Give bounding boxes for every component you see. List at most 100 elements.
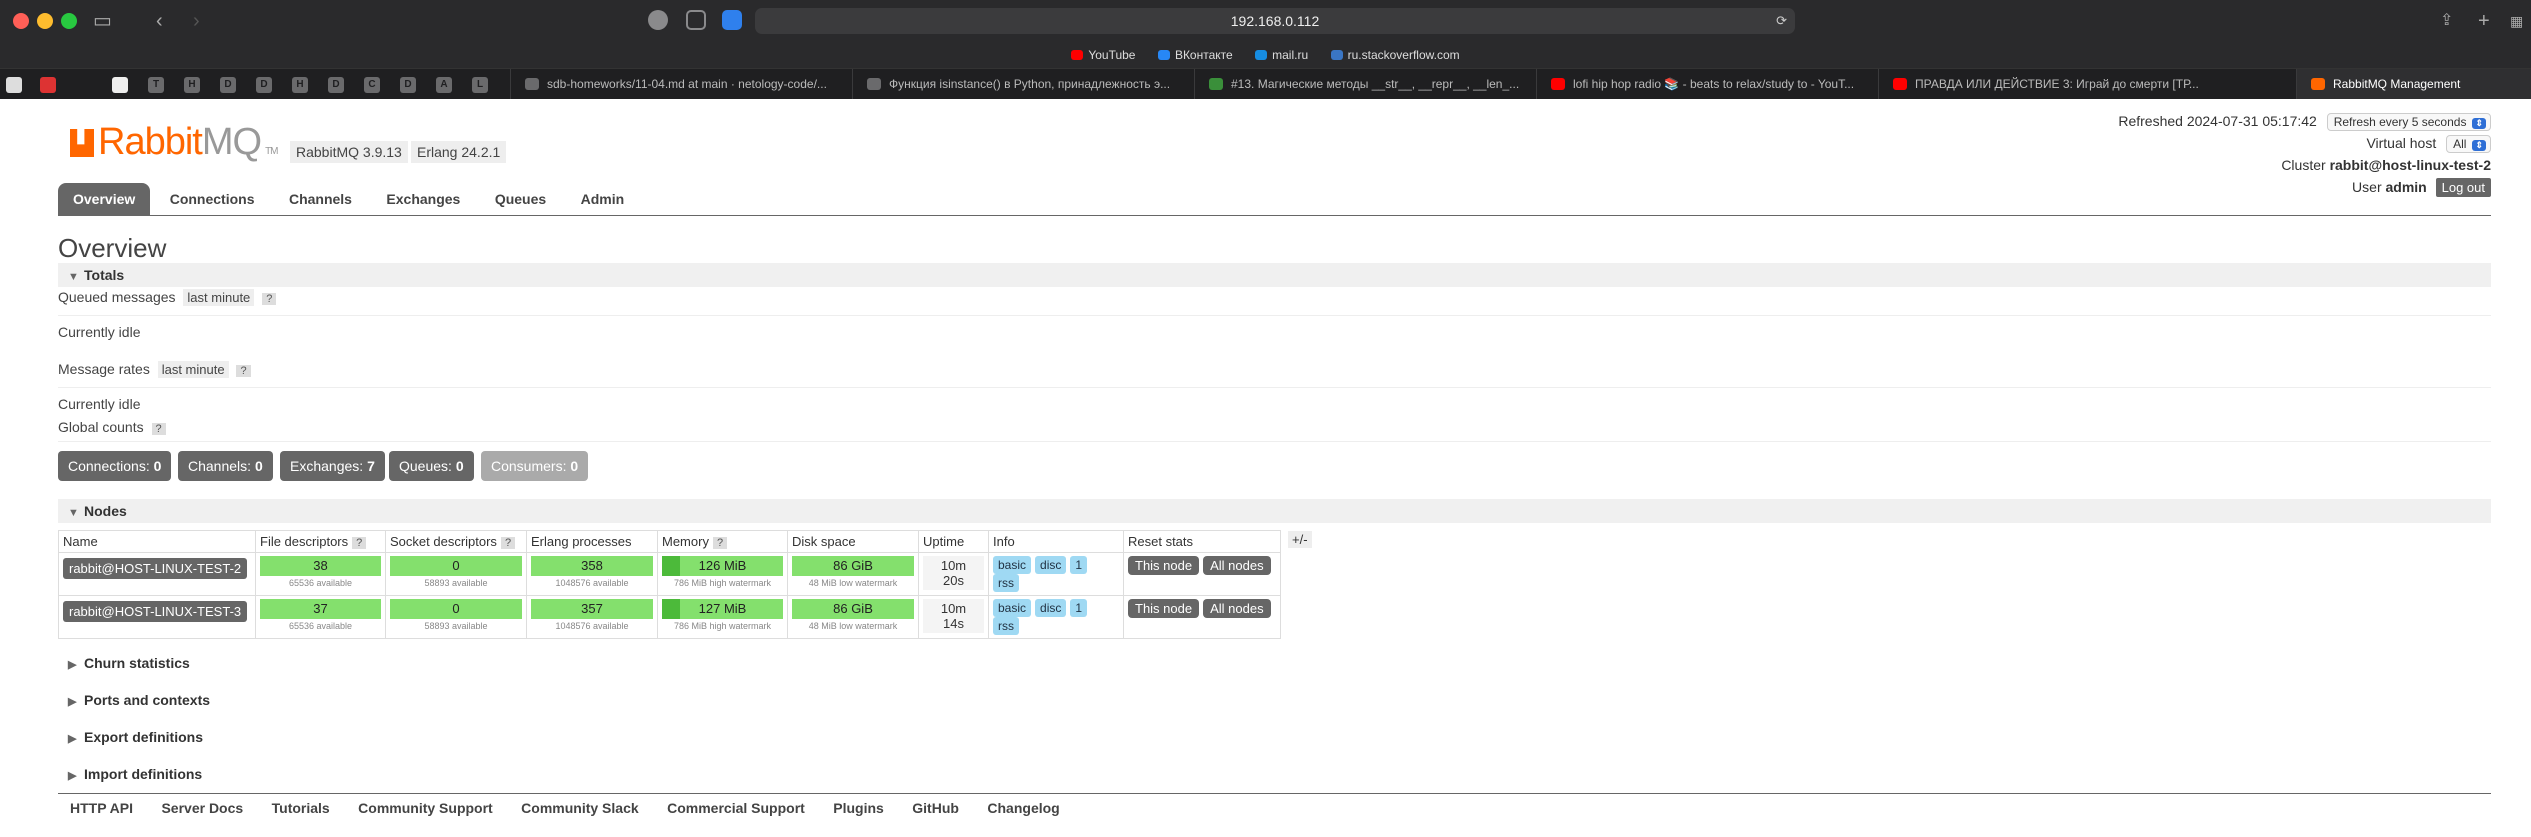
footer-link-github[interactable]: GitHub [900, 800, 971, 816]
address-bar[interactable]: 192.168.0.112 ⟳ [755, 8, 1795, 34]
tab-admin[interactable]: Admin [566, 183, 640, 215]
pinned-tab[interactable]: L [472, 77, 488, 93]
forward-arrow-icon[interactable]: › [193, 9, 200, 33]
pinned-tab[interactable]: D [220, 77, 236, 93]
select-arrows-icon: ⇕ [2472, 140, 2486, 151]
footer-link-community-slack[interactable]: Community Slack [509, 800, 650, 816]
caret-right-icon: ▶ [68, 659, 77, 671]
period-chip[interactable]: last minute [157, 361, 229, 378]
reset-this-node-button[interactable]: This node [1128, 599, 1200, 618]
pinned-tab[interactable]: T [148, 77, 164, 93]
queued-idle-text: Currently idle [58, 324, 141, 340]
footer-link-tutorials[interactable]: Tutorials [260, 800, 342, 816]
share-icon[interactable]: ⇪ [2440, 9, 2453, 33]
pinned-tab[interactable] [40, 77, 56, 93]
pinned-tab-github[interactable] [6, 77, 22, 93]
info-count: 1 [1070, 556, 1088, 574]
pinned-tab[interactable]: D [328, 77, 344, 93]
help-icon[interactable]: ? [352, 537, 367, 549]
back-arrow-icon[interactable]: ‹ [156, 9, 163, 33]
tab-exchanges[interactable]: Exchanges [371, 183, 475, 215]
refresh-interval-select[interactable]: Refresh every 5 seconds ⇕ [2326, 113, 2491, 131]
virtual-host-select[interactable]: All ⇕ [2446, 135, 2491, 153]
footer-link-community-support[interactable]: Community Support [346, 800, 505, 816]
tab-github-homework[interactable]: sdb-homeworks/11-04.md at main · netolog… [510, 69, 850, 100]
info-disc: disc [1035, 556, 1067, 574]
info-basic: basic [993, 556, 1032, 574]
pinned-tab[interactable] [112, 77, 128, 93]
pinned-tab[interactable]: H [292, 77, 308, 93]
close-window-button[interactable] [13, 13, 29, 29]
reset-all-nodes-button[interactable]: All nodes [1203, 599, 1271, 618]
cluster-label: Cluster [2281, 157, 2326, 173]
tab-truth-or-dare[interactable]: ПРАВДА ИЛИ ДЕЙСТВИЕ 3: Играй до смерти [… [1878, 69, 2308, 100]
footer-link-commercial-support[interactable]: Commercial Support [655, 800, 817, 816]
reset-this-node-button[interactable]: This node [1128, 556, 1200, 575]
refreshed-time: Refreshed 2024-07-31 05:17:42 [2118, 113, 2317, 129]
footer-link-http-api[interactable]: HTTP API [58, 800, 145, 816]
tab-channels[interactable]: Channels [274, 183, 367, 215]
logout-button[interactable]: Log out [2435, 178, 2491, 197]
help-icon[interactable]: ? [500, 537, 516, 549]
favorite-stackoverflow[interactable]: ru.stackoverflow.com [1330, 42, 1460, 68]
pinned-tab[interactable]: D [400, 77, 416, 93]
period-chip[interactable]: last minute [183, 289, 255, 306]
ports-contexts-section[interactable]: ▶ Ports and contexts [58, 692, 210, 708]
help-icon[interactable]: ? [712, 537, 728, 549]
reload-icon[interactable]: ⟳ [1776, 8, 1787, 34]
node-name-link[interactable]: rabbit@HOST-LINUX-TEST-3 [63, 601, 248, 622]
pinned-tab[interactable]: A [436, 77, 452, 93]
cluster-row: Cluster rabbit@host-linux-test-2 [2281, 157, 2491, 173]
refresh-row: Refreshed 2024-07-31 05:17:42 Refresh ev… [2118, 113, 2491, 131]
shield-icon[interactable] [686, 10, 706, 30]
totals-section-header[interactable]: ▼ Totals [58, 263, 2491, 287]
user-row: User admin Log out [2352, 178, 2491, 197]
info-count: 1 [1070, 599, 1088, 617]
footer-link-changelog[interactable]: Changelog [975, 800, 1071, 816]
favorite-vkontakte[interactable]: ВКонтакте [1157, 42, 1233, 68]
tab-connections[interactable]: Connections [155, 183, 270, 215]
queued-messages-row: Queued messages last minute ? [58, 289, 277, 306]
queues-count-button[interactable]: Queues: 0 [389, 451, 474, 481]
footer-links: HTTP API Server Docs Tutorials Community… [58, 793, 2491, 818]
reset-all-nodes-button[interactable]: All nodes [1203, 556, 1271, 575]
verified-shield-icon[interactable] [722, 10, 742, 30]
rabbitmq-logo[interactable]: RabbitMQ TM [70, 121, 279, 164]
import-definitions-section[interactable]: ▶ Import definitions [58, 766, 202, 782]
connections-count-button[interactable]: Connections: 0 [58, 451, 172, 481]
footer-link-server-docs[interactable]: Server Docs [149, 800, 255, 816]
pinned-tab[interactable]: C [364, 77, 380, 93]
export-definitions-section[interactable]: ▶ Export definitions [58, 729, 203, 745]
privacy-icon[interactable] [648, 10, 668, 30]
help-icon[interactable]: ? [236, 365, 251, 377]
node-name-link[interactable]: rabbit@HOST-LINUX-TEST-2 [63, 558, 248, 579]
main-menu: Overview Connections Channels Exchanges … [58, 183, 639, 215]
column-toggle-button[interactable]: +/- [1288, 531, 1312, 548]
pinned-tab[interactable]: D [256, 77, 272, 93]
pinned-tab[interactable]: H [184, 77, 200, 93]
tab-overview-icon[interactable]: ▦ [2510, 9, 2523, 33]
help-icon[interactable]: ? [151, 423, 166, 435]
help-icon[interactable]: ? [262, 293, 277, 305]
churn-statistics-section[interactable]: ▶ Churn statistics [58, 655, 190, 671]
tab-magic-methods[interactable]: #13. Магические методы __str__, __repr__… [1194, 69, 1534, 100]
favorite-youtube[interactable]: YouTube [1071, 42, 1135, 68]
caret-right-icon: ▶ [68, 770, 77, 782]
nodes-section-header[interactable]: ▼ Nodes [58, 499, 2491, 523]
consumers-count-button[interactable]: Consumers: 0 [481, 451, 589, 481]
column-header: Disk space [787, 530, 919, 553]
browser-toolbar: ▭ ‹ › 192.168.0.112 ⟳ ⇪ + ▦ [0, 0, 2531, 42]
sidebar-toggle-icon[interactable]: ▭ [93, 9, 112, 33]
tab-overview[interactable]: Overview [58, 183, 151, 215]
zoom-window-button[interactable] [61, 13, 77, 29]
new-tab-icon[interactable]: + [2478, 9, 2490, 33]
tab-queues[interactable]: Queues [480, 183, 561, 215]
channels-count-button[interactable]: Channels: 0 [178, 451, 273, 481]
tab-rabbitmq-management[interactable]: RabbitMQ Management [2296, 69, 2531, 100]
favorite-mail[interactable]: mail.ru [1255, 42, 1308, 68]
minimize-window-button[interactable] [37, 13, 53, 29]
tab-lofi-radio[interactable]: lofi hip hop radio 📚 - beats to relax/st… [1536, 69, 1876, 100]
footer-link-plugins[interactable]: Plugins [821, 800, 896, 816]
exchanges-count-button[interactable]: Exchanges: 7 [280, 451, 385, 481]
tab-python-isinstance[interactable]: Функция isinstance() в Python, принадлеж… [852, 69, 1192, 100]
